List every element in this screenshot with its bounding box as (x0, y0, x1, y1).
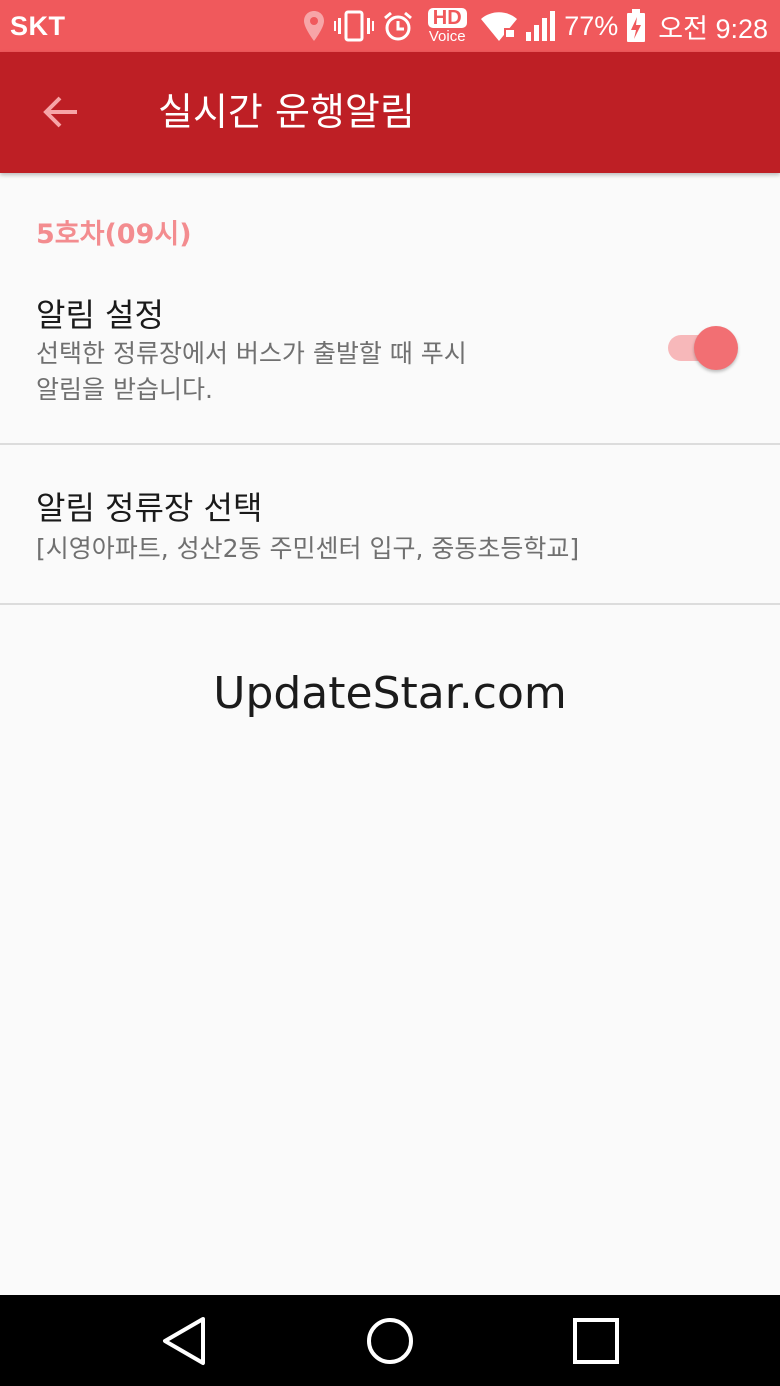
battery-charging-icon (626, 6, 646, 46)
recents-square-icon (573, 1318, 619, 1364)
notification-setting-row[interactable]: 알림 설정 선택한 정류장에서 버스가 출발할 때 푸시 알림을 받습니다. (0, 280, 780, 444)
watermark-text: UpdateStar.com (213, 668, 567, 719)
app-toolbar: 실시간 운행알림 (0, 52, 780, 173)
notification-setting-summary-line1: 선택한 정류장에서 버스가 출발할 때 푸시 (36, 339, 467, 368)
back-triangle-icon (163, 1317, 205, 1365)
stop-selection-summary: [시영아파트, 성산2동 주민센터 입구, 중동초등학교] (36, 534, 580, 563)
arrow-back-icon (43, 96, 77, 128)
carrier-name: SKT (10, 11, 66, 41)
section-header: 5호차(09시) (36, 219, 192, 250)
stop-selection-row[interactable]: 알림 정류장 선택 [시영아파트, 성산2동 주민센터 입구, 중동초등학교] (0, 445, 780, 603)
vibrate-icon (334, 6, 375, 46)
stop-selection-title: 알림 정류장 선택 (36, 489, 263, 527)
home-circle-icon (367, 1318, 413, 1364)
wifi-icon (480, 6, 518, 46)
alarm-icon (382, 6, 414, 46)
nav-home-button[interactable] (364, 1315, 416, 1367)
nav-back-button[interactable] (158, 1315, 210, 1367)
notification-toggle[interactable] (666, 325, 740, 371)
hd-voice-icon: HD Voice (422, 6, 472, 46)
hd-label: HD (427, 7, 467, 28)
status-bar: SKT HD Voice 77% 오전 9:28 (0, 0, 780, 52)
signal-icon (526, 6, 556, 46)
status-icons: HD Voice 77% 오전 9:28 (302, 6, 768, 46)
divider (0, 603, 780, 605)
back-button[interactable] (28, 80, 92, 144)
page-title: 실시간 운행알림 (158, 90, 415, 134)
clock: 오전 9:28 (658, 13, 768, 44)
system-nav-bar (0, 1295, 780, 1386)
battery-percent: 77% (564, 10, 619, 41)
notification-setting-title: 알림 설정 (36, 296, 164, 334)
voice-label: Voice (428, 27, 466, 45)
location-icon (302, 6, 326, 46)
toggle-thumb (694, 326, 738, 370)
notification-setting-summary-line2: 알림을 받습니다. (36, 375, 213, 404)
nav-recents-button[interactable] (570, 1315, 622, 1367)
